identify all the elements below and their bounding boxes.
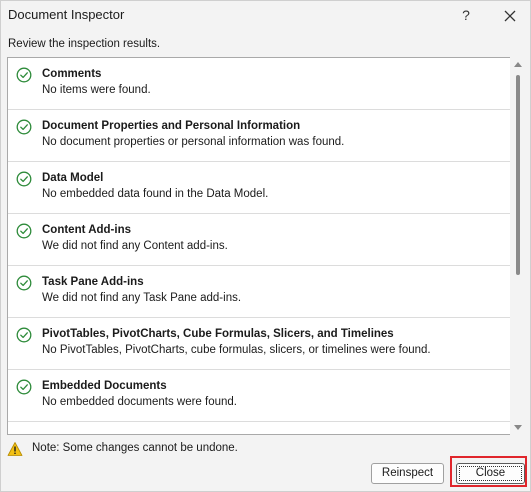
result-description: No PivotTables, PivotCharts, cube formul…: [42, 344, 431, 356]
result-title: Embedded Documents: [42, 380, 167, 392]
scroll-down-icon[interactable]: [514, 425, 522, 430]
close-button-focus-ring: Close: [459, 466, 522, 481]
result-item: Task Pane Add-ins We did not find any Ta…: [8, 266, 510, 318]
result-description: No items were found.: [42, 84, 151, 96]
instructions-text: Review the inspection results.: [8, 38, 161, 50]
warning-icon: [7, 441, 23, 457]
check-circle-icon: [16, 171, 32, 187]
close-icon[interactable]: [499, 5, 521, 27]
title-bar: Document Inspector ?: [1, 1, 530, 31]
result-item: PivotTables, PivotCharts, Cube Formulas,…: [8, 318, 510, 370]
result-item: Data Model No embedded data found in the…: [8, 162, 510, 214]
check-circle-icon: [16, 223, 32, 239]
result-title: Task Pane Add-ins: [42, 276, 144, 288]
result-item: Comments No items were found.: [8, 58, 510, 110]
check-circle-icon: [16, 379, 32, 395]
window-title: Document Inspector: [8, 7, 125, 22]
check-circle-icon: [16, 119, 32, 135]
note-text: Note: Some changes cannot be undone.: [32, 442, 238, 454]
help-button[interactable]: ?: [456, 5, 476, 25]
results-scrollbar[interactable]: [510, 57, 526, 435]
check-circle-icon: [16, 327, 32, 343]
result-title: PivotTables, PivotCharts, Cube Formulas,…: [42, 328, 394, 340]
result-description: We did not find any Task Pane add-ins.: [42, 292, 242, 304]
scroll-thumb[interactable]: [516, 75, 520, 275]
document-inspector-dialog: Document Inspector ? Review the inspecti…: [0, 0, 531, 492]
results-list: Comments No items were found. Document P…: [7, 57, 511, 435]
result-title: Document Properties and Personal Informa…: [42, 120, 301, 132]
check-circle-icon: [16, 67, 32, 83]
check-circle-icon: [16, 275, 32, 291]
close-button-label: Close: [475, 467, 506, 479]
result-description: We did not find any Content add-ins.: [42, 240, 228, 252]
result-item: Document Properties and Personal Informa…: [8, 110, 510, 162]
result-title: Content Add-ins: [42, 224, 132, 236]
close-button[interactable]: Close: [456, 463, 525, 484]
result-description: No embedded data found in the Data Model…: [42, 188, 269, 200]
result-item: Embedded Documents No embedded documents…: [8, 370, 510, 422]
result-description: No document properties or personal infor…: [42, 136, 345, 148]
result-description: No embedded documents were found.: [42, 396, 237, 408]
result-title: Data Model: [42, 172, 104, 184]
result-item: Content Add-ins We did not find any Cont…: [8, 214, 510, 266]
reinspect-button[interactable]: Reinspect: [371, 463, 444, 484]
reinspect-button-label: Reinspect: [381, 467, 434, 479]
result-title: Comments: [42, 68, 102, 80]
scroll-up-icon[interactable]: [514, 62, 522, 67]
